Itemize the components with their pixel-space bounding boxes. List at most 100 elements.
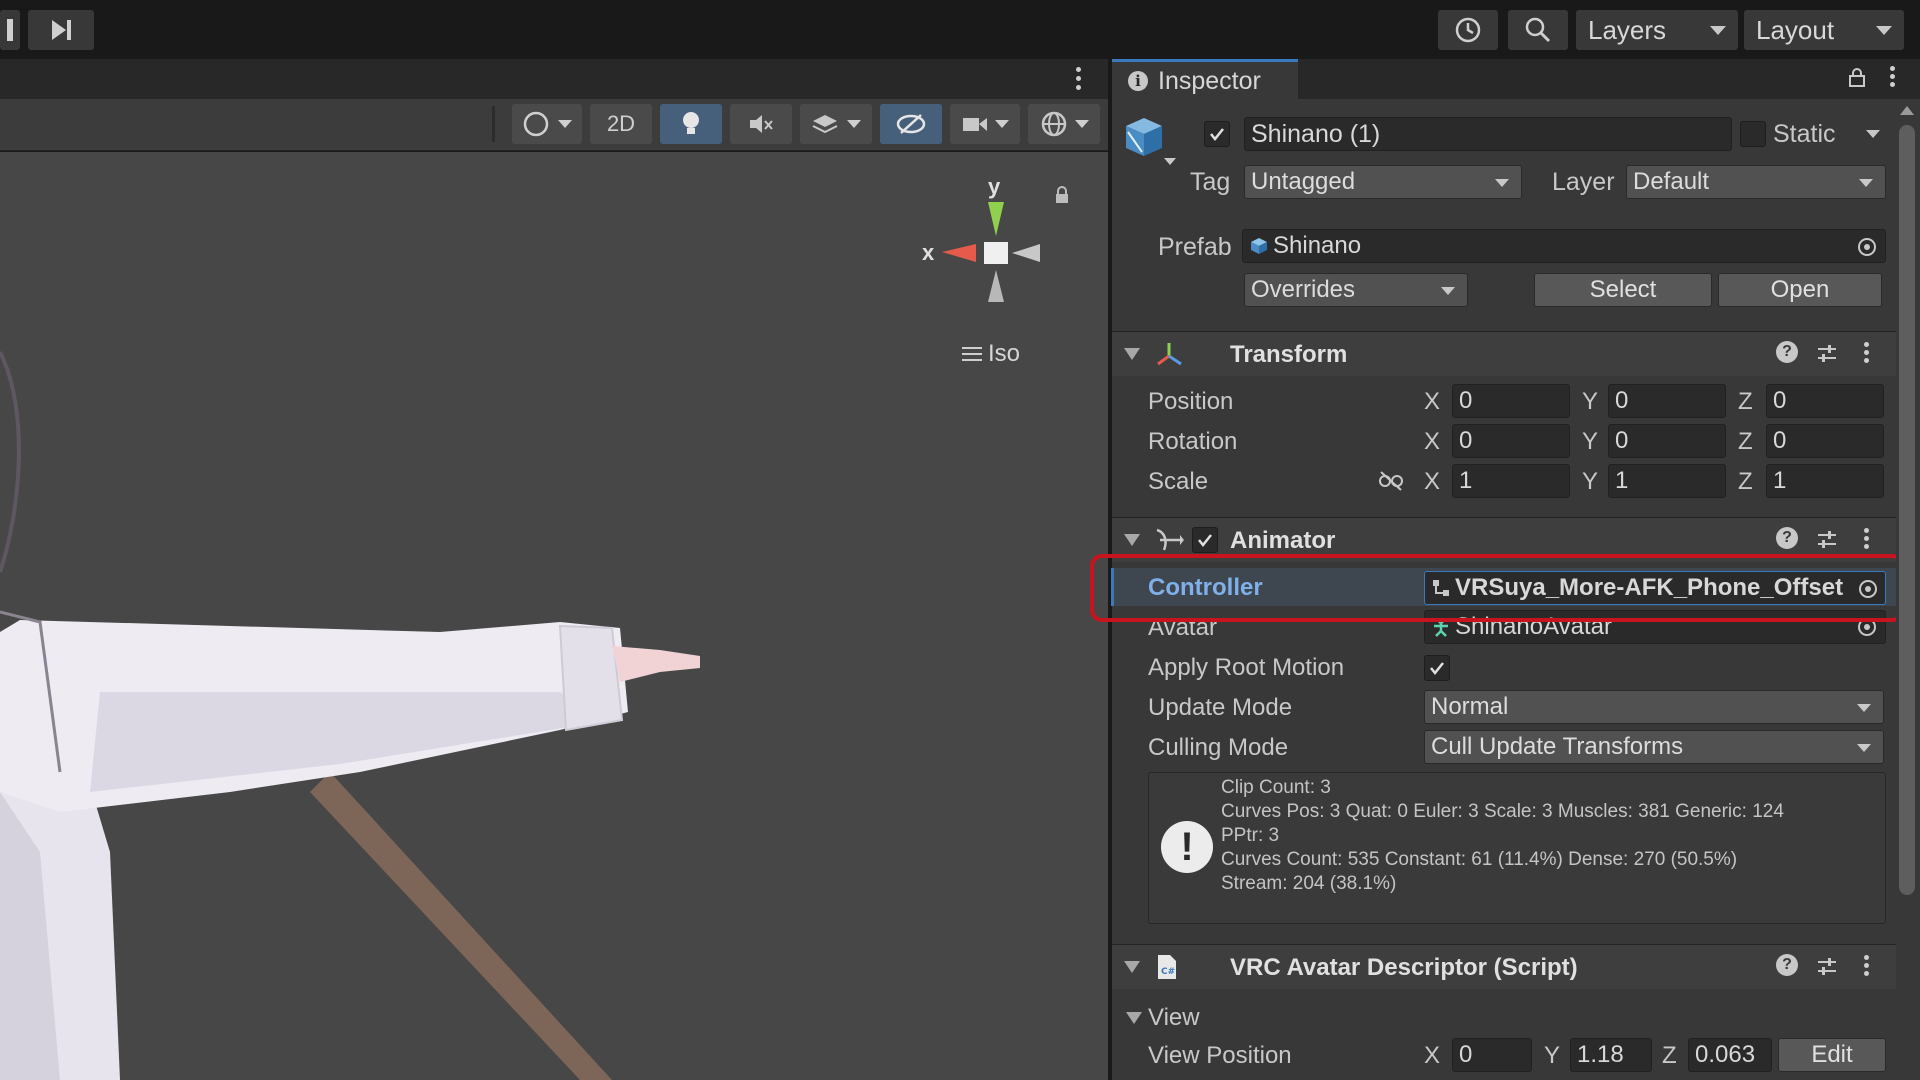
foldout-arrow-icon [1124,348,1140,360]
draw-mode-button[interactable] [512,104,582,144]
axis-z-label: Z [1738,428,1753,455]
gameobject-active-checkbox[interactable] [1204,121,1230,147]
csharp-script-icon: C# [1158,955,1176,979]
position-y-field[interactable]: 0 [1608,384,1726,418]
layers-dropdown[interactable]: Layers [1576,10,1738,50]
scene-visibility-button[interactable] [880,104,942,144]
select-label: Select [1589,276,1657,303]
orientation-gizmo[interactable]: y x Iso [880,152,1068,367]
view-position-z-field[interactable]: 0.063 [1688,1038,1772,1072]
unlinked-chain-icon[interactable] [1378,470,1404,492]
rotation-y-field[interactable]: 0 [1608,424,1726,458]
apply-root-motion-checkbox[interactable] [1424,655,1450,681]
view-label: View [1148,1004,1200,1031]
vrc-descriptor-header[interactable]: C# VRC Avatar Descriptor (Script) ? [1112,944,1920,989]
scale-x-field[interactable]: 1 [1452,464,1570,498]
foldout-arrow-icon [1124,961,1140,973]
view-position-y-field[interactable]: 1.18 [1570,1038,1652,1072]
static-dropdown-icon[interactable] [1866,130,1880,138]
highlight-outline [1090,554,1904,622]
object-picker-icon[interactable] [1857,237,1877,257]
transform-header[interactable]: Transform ? [1112,331,1920,376]
rotation-x-field[interactable]: 0 [1452,424,1570,458]
toggle-2d-button[interactable]: 2D [590,104,652,144]
audio-toggle-button[interactable] [730,104,792,144]
camera-icon [963,118,987,131]
animator-icon [1156,528,1184,551]
view-position-edit-button[interactable]: Edit [1778,1038,1886,1072]
effects-layers-icon [812,115,838,134]
tab-inspector[interactable]: i Inspector [1112,59,1298,100]
animator-title: Animator [1230,527,1336,554]
scale-z-field[interactable]: 1 [1766,464,1884,498]
checkmark-icon [1198,534,1212,548]
edit-label: Edit [1811,1041,1853,1068]
camera-button[interactable] [950,104,1020,144]
prefab-field[interactable]: Shinano [1242,229,1886,263]
layer-dropdown[interactable]: Default [1626,165,1886,199]
2d-label: 2D [606,111,636,136]
presets-sliders-icon[interactable] [1816,529,1838,551]
chevron-down-icon[interactable] [1164,158,1176,165]
axis-x-label: X [1424,388,1441,415]
warning-exclamation-icon: ! [1161,821,1213,873]
layers-label: Layers [1588,14,1667,45]
lock-icon[interactable] [1848,67,1866,92]
info-line: PPtr: 3 [1221,825,1280,846]
position-x-value: 0 [1459,387,1473,414]
view-position-x-field[interactable]: 0 [1452,1038,1532,1072]
tag-dropdown[interactable]: Untagged [1244,165,1522,199]
projection-toggle[interactable]: Iso [962,340,1020,368]
gizmos-button[interactable] [1028,104,1100,144]
position-z-field[interactable]: 0 [1766,384,1884,418]
projection-label: Iso [988,340,1021,367]
prefab-select-button[interactable]: Select [1534,273,1712,307]
static-checkbox[interactable] [1740,121,1766,147]
lighting-toggle-button[interactable] [660,104,722,144]
gizmo-globe-icon [1041,111,1067,137]
presets-sliders-icon[interactable] [1816,956,1838,978]
lock-icon[interactable] [1054,186,1070,209]
more-options-icon[interactable] [1864,955,1869,976]
gameobject-cube-icon [1122,112,1170,167]
foldout-arrow-icon [1124,534,1140,546]
more-options-icon[interactable] [1076,67,1082,90]
view-position-y-value: 1.18 [1577,1041,1624,1068]
chevron-down-icon [995,120,1009,128]
effects-button[interactable] [800,104,872,144]
layout-dropdown[interactable]: Layout [1744,10,1904,50]
chevron-down-icon [1859,179,1873,187]
checkmark-icon [1430,662,1444,676]
view-position-label: View Position [1148,1042,1292,1069]
culling-mode-dropdown[interactable]: Cull Update Transforms [1424,730,1884,764]
scroll-up-arrow-icon[interactable] [1900,106,1914,115]
help-icon[interactable]: ? [1776,341,1798,363]
scene-viewport[interactable]: y x Iso [0,152,1108,1080]
history-button[interactable] [1438,10,1498,50]
chevron-down-icon [1857,704,1871,712]
overrides-dropdown[interactable]: Overrides [1244,273,1468,307]
scrollbar-thumb[interactable] [1899,125,1915,895]
inspector-tab-label: Inspector [1158,66,1261,95]
scale-y-field[interactable]: 1 [1608,464,1726,498]
more-options-icon[interactable] [1864,528,1869,549]
search-button[interactable] [1508,10,1568,50]
more-options-icon[interactable] [1890,66,1895,87]
gameobject-name-field[interactable]: Shinano (1) [1244,117,1732,151]
update-mode-label: Update Mode [1148,694,1293,721]
pause-button[interactable] [0,10,20,50]
help-icon[interactable]: ? [1776,527,1798,549]
position-x-field[interactable]: 0 [1452,384,1570,418]
prefab-open-button[interactable]: Open [1718,273,1882,307]
animator-enabled-checkbox[interactable] [1192,527,1218,553]
help-icon[interactable]: ? [1776,954,1798,976]
transform-title: Transform [1230,341,1348,368]
more-options-icon[interactable] [1864,342,1869,363]
rotation-z-field[interactable]: 0 [1766,424,1884,458]
rotation-label: Rotation [1148,428,1238,455]
position-y-value: 0 [1615,387,1629,414]
presets-sliders-icon[interactable] [1816,343,1838,365]
update-mode-dropdown[interactable]: Normal [1424,690,1884,724]
layer-value: Default [1633,168,1710,195]
step-button[interactable] [28,10,94,50]
